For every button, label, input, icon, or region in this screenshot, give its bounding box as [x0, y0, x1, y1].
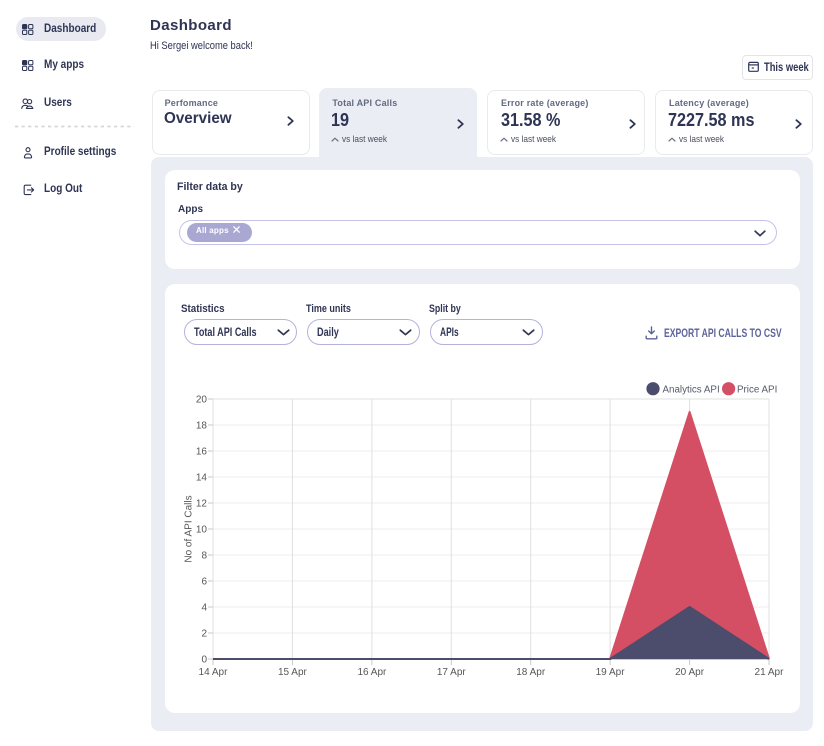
svg-text:No of API Calls: No of API Calls [184, 495, 195, 562]
svg-text:16 Apr: 16 Apr [357, 667, 387, 678]
svg-text:19 Apr: 19 Apr [596, 667, 626, 678]
svg-text:18 Apr: 18 Apr [516, 667, 546, 678]
svg-text:20: 20 [196, 395, 208, 406]
svg-text:10: 10 [196, 525, 208, 536]
svg-text:6: 6 [201, 577, 207, 588]
svg-text:18: 18 [196, 421, 208, 432]
svg-text:15 Apr: 15 Apr [278, 667, 308, 678]
svg-text:14: 14 [196, 473, 208, 484]
svg-text:14 Apr: 14 Apr [199, 667, 229, 678]
svg-text:2: 2 [201, 629, 207, 640]
svg-text:12: 12 [196, 499, 208, 510]
svg-text:20 Apr: 20 Apr [675, 667, 705, 678]
svg-text:16: 16 [196, 447, 208, 458]
svg-text:Analytics API: Analytics API [663, 385, 720, 396]
svg-text:17 Apr: 17 Apr [437, 667, 467, 678]
svg-text:4: 4 [201, 603, 207, 614]
svg-text:0: 0 [201, 655, 207, 666]
svg-text:Price API: Price API [737, 385, 777, 396]
svg-text:21 Apr: 21 Apr [755, 667, 785, 678]
svg-text:8: 8 [201, 551, 207, 562]
